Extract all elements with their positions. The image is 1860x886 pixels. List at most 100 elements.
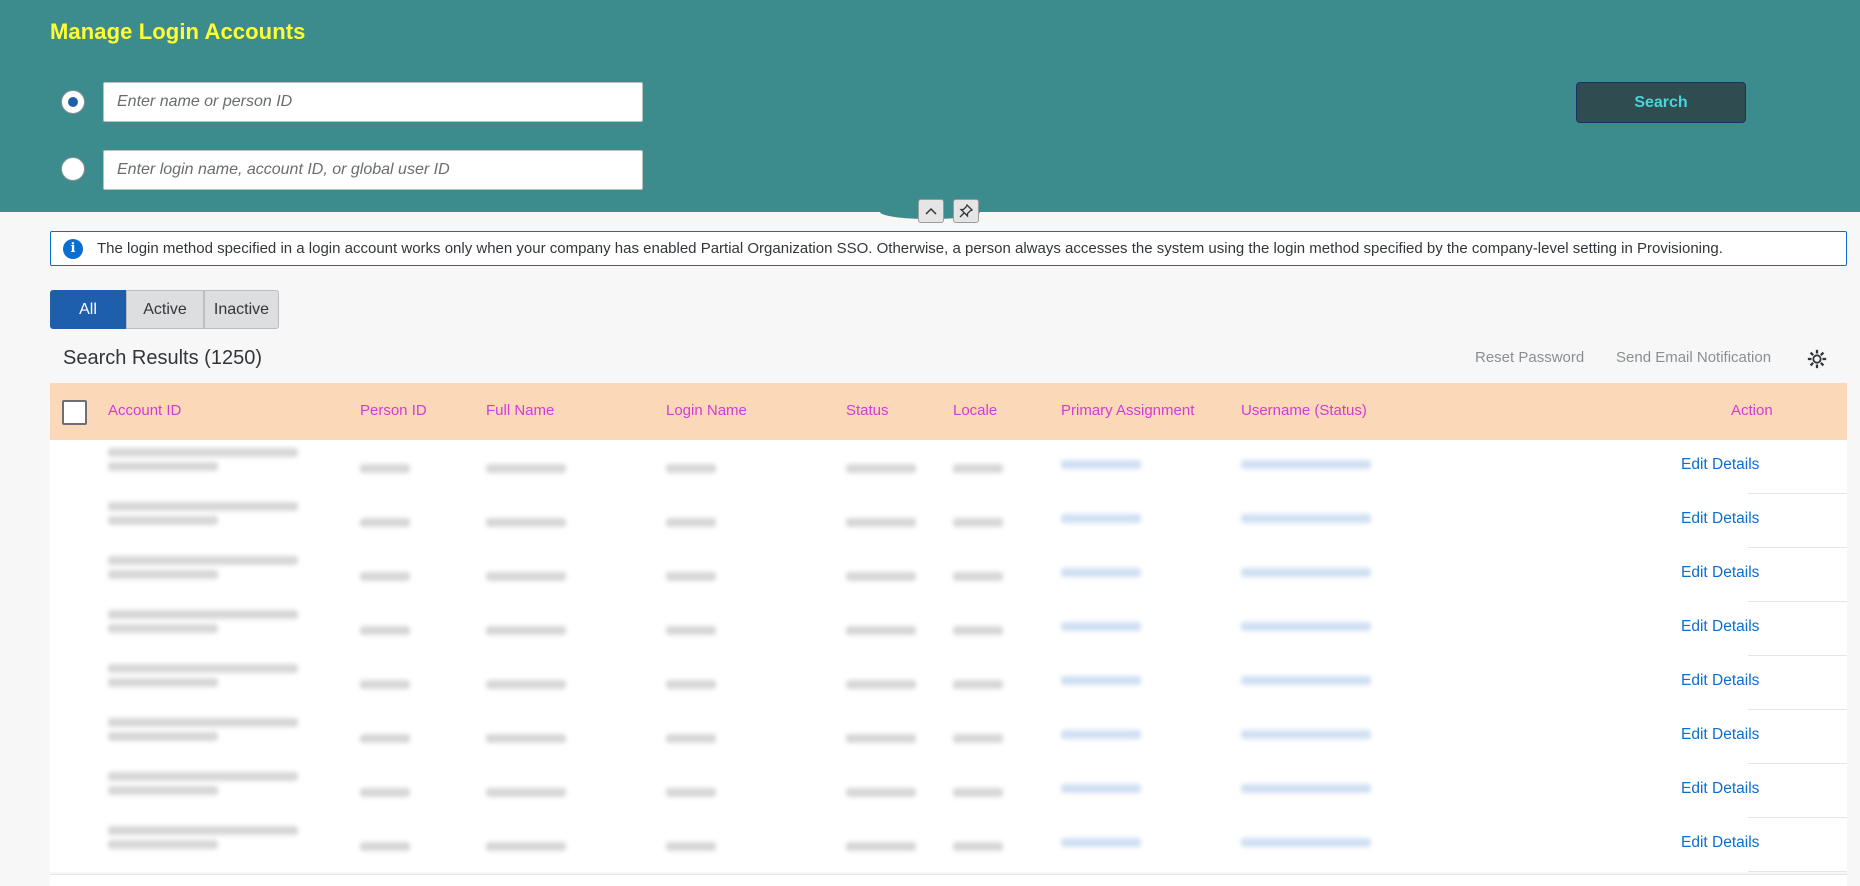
redacted-cell: [486, 464, 566, 473]
redacted-cell: [360, 572, 410, 581]
edit-details-link[interactable]: Edit Details: [1681, 564, 1759, 582]
table-row: Edit Details: [50, 764, 1847, 818]
redacted-cell: [108, 556, 298, 565]
redacted-cell: [953, 842, 1003, 851]
redacted-cell: [666, 518, 716, 527]
redacted-cell: [846, 626, 916, 635]
redacted-cell: [666, 788, 716, 797]
edit-details-link[interactable]: Edit Details: [1681, 456, 1759, 474]
column-status[interactable]: Status: [846, 402, 889, 419]
column-person-id[interactable]: Person ID: [360, 402, 427, 419]
redacted-cell: [1241, 568, 1371, 577]
filter-all-button[interactable]: All: [50, 290, 126, 329]
redacted-cell: [846, 734, 916, 743]
redacted-cell: [486, 680, 566, 689]
redacted-cell: [108, 610, 298, 619]
redacted-cell: [108, 502, 298, 511]
info-message-strip: i The login method specified in a login …: [50, 231, 1847, 266]
table-row: Edit Details: [50, 710, 1847, 764]
redacted-cell: [953, 734, 1003, 743]
redacted-cell: [1061, 730, 1141, 739]
redacted-cell: [486, 734, 566, 743]
redacted-cell: [846, 680, 916, 689]
redacted-cell: [1241, 838, 1371, 847]
redacted-cell: [486, 788, 566, 797]
redacted-cell: [360, 734, 410, 743]
redacted-cell: [486, 518, 566, 527]
chevron-up-icon: [925, 207, 937, 215]
redacted-cell: [108, 772, 298, 781]
edit-details-link[interactable]: Edit Details: [1681, 834, 1759, 852]
edit-details-link[interactable]: Edit Details: [1681, 510, 1759, 528]
column-locale[interactable]: Locale: [953, 402, 997, 419]
column-full-name[interactable]: Full Name: [486, 402, 554, 419]
edit-details-link[interactable]: Edit Details: [1681, 672, 1759, 690]
info-message-text: The login method specified in a login ac…: [97, 240, 1723, 257]
filter-active-button[interactable]: Active: [126, 290, 204, 329]
collapse-header-button[interactable]: [918, 199, 944, 223]
column-account-id[interactable]: Account ID: [108, 402, 181, 419]
redacted-cell: [1061, 514, 1141, 523]
results-title: Search Results (1250): [63, 347, 262, 369]
info-icon: i: [63, 238, 83, 259]
redacted-cell: [1241, 676, 1371, 685]
page-title: Manage Login Accounts: [50, 19, 306, 44]
name-person-id-input[interactable]: [103, 82, 643, 122]
table-row: Edit Details: [50, 818, 1847, 872]
login-account-id-input[interactable]: [103, 150, 643, 190]
redacted-cell: [108, 678, 218, 687]
row-divider: [1748, 871, 1847, 872]
redacted-cell: [108, 516, 218, 525]
table-row: Edit Details: [50, 494, 1847, 548]
redacted-cell: [360, 788, 410, 797]
redacted-cell: [666, 626, 716, 635]
name-search-radio[interactable]: [61, 90, 85, 114]
edit-details-link[interactable]: Edit Details: [1681, 780, 1759, 798]
edit-details-link[interactable]: Edit Details: [1681, 618, 1759, 636]
redacted-cell: [846, 572, 916, 581]
filter-inactive-button[interactable]: Inactive: [204, 290, 279, 329]
select-all-checkbox[interactable]: [62, 400, 87, 425]
redacted-cell: [486, 626, 566, 635]
redacted-cell: [1241, 514, 1371, 523]
redacted-cell: [108, 718, 298, 727]
redacted-cell: [108, 624, 218, 633]
login-search-radio[interactable]: [61, 157, 85, 181]
redacted-cell: [108, 462, 218, 471]
pin-header-button[interactable]: [953, 199, 979, 223]
redacted-cell: [108, 840, 218, 849]
redacted-cell: [953, 572, 1003, 581]
column-login-name[interactable]: Login Name: [666, 402, 747, 419]
table-row: Edit Details: [50, 602, 1847, 656]
redacted-cell: [953, 788, 1003, 797]
redacted-cell: [108, 786, 218, 795]
status-filter: All Active Inactive: [50, 290, 279, 329]
redacted-cell: [108, 732, 218, 741]
edit-details-link[interactable]: Edit Details: [1681, 726, 1759, 744]
send-email-notification-button[interactable]: Send Email Notification: [1616, 349, 1771, 366]
redacted-cell: [1061, 568, 1141, 577]
reset-password-button[interactable]: Reset Password: [1475, 349, 1584, 366]
redacted-cell: [108, 570, 218, 579]
redacted-cell: [1061, 460, 1141, 469]
redacted-cell: [1241, 460, 1371, 469]
search-button[interactable]: Search: [1576, 82, 1746, 123]
column-username-status[interactable]: Username (Status): [1241, 402, 1367, 419]
redacted-cell: [1241, 730, 1371, 739]
redacted-cell: [486, 572, 566, 581]
redacted-cell: [108, 664, 298, 673]
redacted-cell: [953, 626, 1003, 635]
redacted-cell: [108, 448, 298, 457]
redacted-cell: [666, 572, 716, 581]
redacted-cell: [666, 680, 716, 689]
redacted-cell: [953, 680, 1003, 689]
column-primary-assignment[interactable]: Primary Assignment: [1061, 402, 1194, 419]
redacted-cell: [1061, 784, 1141, 793]
settings-gear-icon[interactable]: [1806, 348, 1828, 370]
redacted-cell: [360, 680, 410, 689]
redacted-cell: [360, 626, 410, 635]
column-action: Action: [1731, 402, 1773, 419]
redacted-cell: [666, 842, 716, 851]
redacted-cell: [360, 518, 410, 527]
redacted-cell: [953, 518, 1003, 527]
